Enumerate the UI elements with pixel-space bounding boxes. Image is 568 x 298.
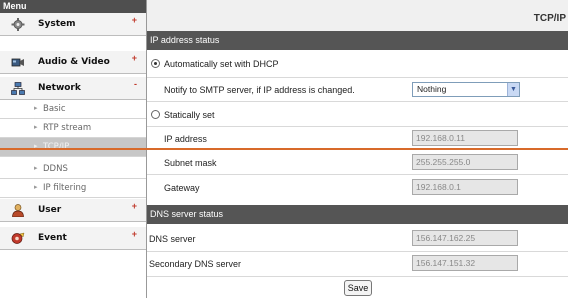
dhcp-radio[interactable]	[151, 59, 160, 68]
sidebar-category-label: System	[38, 19, 76, 29]
sidebar-item-label: IP filtering	[43, 183, 87, 193]
sidebar-category-user[interactable]: User +	[0, 199, 146, 222]
user-icon	[12, 204, 24, 217]
sidebar-category-audio-video[interactable]: Audio & Video +	[0, 51, 146, 74]
sidebar-category-event[interactable]: Event +	[0, 227, 146, 250]
save-button[interactable]: Save	[344, 280, 372, 296]
divider	[147, 126, 568, 127]
expand-marker: +	[131, 15, 137, 25]
subnet-mask-field[interactable]: 255.255.255.0	[412, 154, 518, 170]
secondary-dns-field[interactable]: 156.147.151.32	[412, 255, 518, 271]
dhcp-option-label: Automatically set with DHCP	[164, 59, 279, 69]
gateway-label: Gateway	[164, 183, 200, 193]
notify-smtp-selected-value: Nothing	[417, 84, 447, 94]
expand-marker: +	[131, 229, 137, 239]
ip-address-field[interactable]: 192.168.0.11	[412, 130, 518, 146]
page-title-bar: TCP/IP	[147, 0, 568, 31]
sidebar-category-network[interactable]: Network -	[0, 77, 146, 100]
chevron-right-icon: ▸	[34, 124, 38, 131]
sidebar-item-basic[interactable]: ▸ Basic	[0, 100, 146, 119]
dns-server-label: DNS server	[149, 234, 196, 244]
expand-marker: +	[131, 201, 137, 211]
video-camera-icon	[11, 58, 24, 67]
gateway-field[interactable]: 192.168.0.1	[412, 179, 518, 195]
chevron-right-icon: ▸	[34, 105, 38, 112]
sidebar-item-label: Basic	[43, 104, 66, 114]
sidebar-category-label: Network	[38, 83, 81, 93]
secondary-dns-label: Secondary DNS server	[149, 259, 242, 269]
notify-smtp-label: Notify to SMTP server, if IP address is …	[164, 85, 355, 95]
collapse-marker: -	[134, 79, 137, 89]
sidebar-item-rtp-stream[interactable]: ▸ RTP stream	[0, 119, 146, 138]
network-icon	[11, 82, 25, 95]
sidebar-category-label: Event	[38, 233, 67, 243]
divider	[147, 276, 568, 277]
sidebar-item-label: TCP/IP	[43, 142, 70, 152]
overlay-line	[0, 148, 568, 150]
sidebar-item-label: RTP stream	[43, 123, 92, 133]
sidebar-category-system[interactable]: System +	[0, 13, 146, 36]
chevron-right-icon: ▸	[34, 184, 38, 191]
chevron-down-icon[interactable]: ▼	[507, 83, 519, 96]
gear-icon	[11, 18, 25, 31]
sidebar-category-label: User	[38, 205, 62, 215]
divider	[147, 174, 568, 175]
page-title: TCP/IP	[533, 13, 566, 24]
sidebar-item-label: DDNS	[43, 164, 68, 174]
notify-smtp-select[interactable]: Nothing ▼	[412, 82, 520, 97]
subnet-mask-label: Subnet mask	[164, 158, 217, 168]
dns-server-field[interactable]: 156.147.162.25	[412, 230, 518, 246]
sidebar-item-ip-filtering[interactable]: ▸ IP filtering	[0, 179, 146, 198]
ip-address-label: IP address	[164, 134, 207, 144]
dns-server-status-header: DNS server status	[147, 205, 568, 224]
sidebar-category-label: Audio & Video	[38, 57, 110, 67]
static-option-label: Statically set	[164, 110, 215, 120]
sidebar-item-ddns[interactable]: ▸ DDNS	[0, 160, 146, 179]
chevron-right-icon: ▸	[34, 165, 38, 172]
divider	[147, 77, 568, 78]
static-radio[interactable]	[151, 110, 160, 119]
divider	[147, 251, 568, 252]
ip-address-status-header: IP address status	[147, 31, 568, 50]
menu-header: Menu	[0, 0, 146, 13]
expand-marker: +	[131, 53, 137, 63]
divider	[147, 101, 568, 102]
event-icon	[11, 232, 25, 244]
